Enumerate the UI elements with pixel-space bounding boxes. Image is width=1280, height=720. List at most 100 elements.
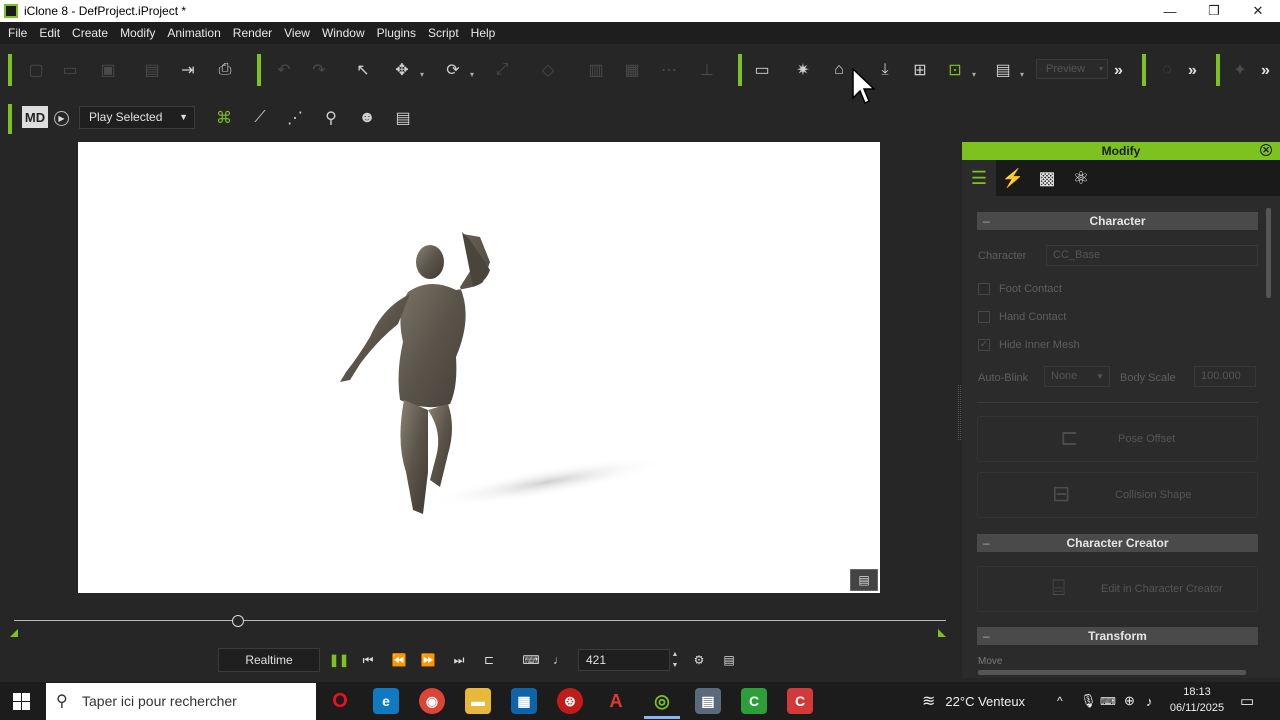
close-icon[interactable]: ✕: [1260, 144, 1272, 156]
select-arrow-icon[interactable]: ↖: [351, 58, 375, 82]
distribute-icon[interactable]: ▦: [620, 58, 644, 82]
tab-physics-atom-icon[interactable]: ⚛: [1064, 160, 1098, 196]
minimize-button[interactable]: —: [1148, 0, 1192, 22]
tab-attributes-sliders-icon[interactable]: ☰: [962, 160, 996, 196]
usd-export-icon[interactable]: ⎙: [213, 58, 237, 82]
taskbar-search-box[interactable]: ⚲ Taper ici pour rechercher: [46, 683, 316, 720]
timeline-start-marker[interactable]: [10, 629, 18, 637]
view-mode-icon[interactable]: ▤: [991, 58, 1015, 82]
drop-to-ground-icon[interactable]: ⤓: [873, 58, 897, 82]
paint-icon[interactable]: ◇: [536, 58, 560, 82]
app-green-c-icon[interactable]: C: [741, 688, 767, 714]
waypoint-icon[interactable]: ⋰: [283, 106, 307, 130]
go-to-end-icon[interactable]: ⏭: [448, 650, 470, 670]
fit-view-icon[interactable]: ⊞: [908, 58, 932, 82]
menu-create[interactable]: Create: [66, 26, 114, 40]
menu-render[interactable]: Render: [227, 26, 278, 40]
windows-start-icon[interactable]: [13, 693, 30, 710]
auto-blink-dropdown[interactable]: None ▼: [1044, 366, 1110, 387]
frame-number-input[interactable]: 421: [578, 649, 670, 671]
store-icon[interactable]: ▦: [511, 688, 537, 714]
timeline-playhead[interactable]: [231, 615, 244, 627]
camera-dropdown-icon[interactable]: ▾: [972, 70, 976, 79]
scale-icon[interactable]: ⤢: [490, 58, 514, 82]
light-icon[interactable]: ✷: [791, 58, 815, 82]
viewport-comment-icon[interactable]: ▤: [850, 569, 878, 591]
toolbar-overflow-icon[interactable]: »: [1188, 62, 1197, 80]
timeline-toggle-icon[interactable]: ▤: [718, 650, 740, 670]
snap-icon[interactable]: ⋯: [657, 58, 681, 82]
menu-help[interactable]: Help: [465, 26, 502, 40]
open-folder-icon[interactable]: ▭: [58, 58, 82, 82]
align-icon[interactable]: ▥: [584, 58, 608, 82]
volume-icon[interactable]: ♪: [1146, 682, 1153, 720]
crowd-icon[interactable]: ☻: [355, 106, 379, 130]
camera-switch-icon[interactable]: ⊡: [943, 58, 967, 82]
playback-settings-gear-icon[interactable]: ⚙: [688, 650, 710, 670]
save-icon[interactable]: ▣: [96, 58, 120, 82]
app-window-icon[interactable]: ▤: [695, 688, 721, 714]
keyboard-icon[interactable]: ⌨: [1100, 682, 1116, 720]
body-scale-field[interactable]: 100.000: [1194, 366, 1256, 387]
attach-icon[interactable]: ⊥: [695, 58, 719, 82]
tab-motion-icon[interactable]: ⚡: [996, 160, 1030, 196]
menu-file[interactable]: File: [2, 26, 33, 40]
trigger-icon[interactable]: ⚲: [319, 106, 343, 130]
opera-icon[interactable]: O: [327, 688, 353, 714]
menu-animation[interactable]: Animation: [161, 26, 226, 40]
frame-spinner[interactable]: ▲ ▼: [670, 649, 680, 671]
iclone-taskbar-icon[interactable]: ◎: [649, 688, 675, 714]
loop-icon[interactable]: ⊏: [478, 650, 500, 670]
hand-contact-checkbox[interactable]: [978, 311, 990, 323]
pose-offset-button[interactable]: ⊏ Pose Offset: [977, 416, 1258, 462]
move-dropdown-icon[interactable]: ▾: [420, 70, 424, 79]
audio-note-icon[interactable]: ♩: [548, 650, 570, 670]
new-file-icon[interactable]: ▢: [24, 58, 48, 82]
3d-viewport[interactable]: ▤: [78, 142, 880, 593]
move-gizmo-icon[interactable]: ✥: [390, 58, 414, 82]
timeline-track[interactable]: [14, 620, 946, 621]
section-header-transform[interactable]: – Transform: [977, 627, 1258, 645]
panel-splitter-handle[interactable]: [958, 385, 961, 440]
show-hidden-icons-chevron-icon[interactable]: ^: [1057, 682, 1063, 720]
import-icon[interactable]: ▤: [140, 58, 164, 82]
toolbar-overflow-icon[interactable]: »: [1261, 62, 1270, 80]
rotate-dropdown-icon[interactable]: ▾: [470, 70, 474, 79]
play-mode-dropdown[interactable]: Play Selected ▼: [79, 106, 195, 129]
globe-network-icon[interactable]: ⊕: [1124, 682, 1135, 720]
motion-director-logo[interactable]: MD: [22, 106, 48, 128]
taskbar-clock[interactable]: 18:13 06/11/2025: [1168, 684, 1226, 716]
preview-dropdown[interactable]: Preview ▾: [1036, 59, 1108, 79]
edit-in-character-creator-button[interactable]: ⌸ Edit in Character Creator: [977, 566, 1258, 612]
view-mode-dropdown-icon[interactable]: ▾: [1020, 70, 1024, 79]
weather-widget[interactable]: ≋ 22°C Venteux: [922, 682, 1025, 720]
microphone-icon[interactable]: 🎙: [1080, 682, 1097, 720]
layout-icon[interactable]: ▭: [750, 58, 774, 82]
next-frame-icon[interactable]: ⏩: [417, 650, 439, 670]
previous-frame-icon[interactable]: ⏪: [388, 650, 410, 670]
acrobat-icon[interactable]: A: [603, 688, 629, 714]
menu-window[interactable]: Window: [316, 26, 371, 40]
settings-sheet-icon[interactable]: ▤: [391, 106, 415, 130]
close-button[interactable]: ✕: [1236, 0, 1280, 22]
home-icon[interactable]: ⌂: [827, 58, 851, 82]
restore-button[interactable]: ❐: [1192, 0, 1236, 22]
notifications-icon[interactable]: ▭: [1240, 682, 1254, 720]
realtime-button[interactable]: Realtime: [218, 648, 320, 672]
collision-shape-button[interactable]: ⊟ Collision Shape: [977, 472, 1258, 518]
app-red-c-icon[interactable]: C: [787, 688, 813, 714]
chrome-icon[interactable]: ◉: [419, 688, 445, 714]
character-name-field[interactable]: CC_Base: [1046, 245, 1258, 266]
edge-icon[interactable]: e: [373, 688, 399, 714]
go-to-start-icon[interactable]: ⏮: [357, 650, 379, 670]
menu-script[interactable]: Script: [422, 26, 465, 40]
file-explorer-icon[interactable]: ▬: [465, 688, 491, 714]
path-icon[interactable]: ⟋: [248, 106, 272, 130]
app-red-circle-icon[interactable]: ⊛: [557, 688, 583, 714]
panel-vertical-scrollbar[interactable]: [1266, 208, 1271, 298]
foot-contact-checkbox[interactable]: [978, 283, 990, 295]
undo-icon[interactable]: ↶: [272, 58, 296, 82]
caption-icon[interactable]: ⌨: [520, 650, 542, 670]
hide-inner-mesh-checkbox[interactable]: ✓: [978, 339, 990, 351]
redo-icon[interactable]: ↷: [307, 58, 331, 82]
